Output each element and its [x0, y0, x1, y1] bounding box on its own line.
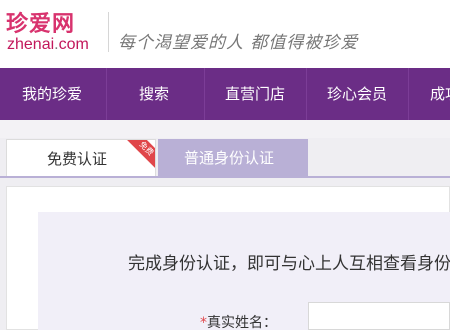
- logo-domain-suffix: com: [58, 36, 89, 53]
- required-mark: *: [200, 315, 207, 330]
- nav-divider: [204, 68, 205, 120]
- nav-item-membership[interactable]: 珍心会员: [327, 68, 387, 120]
- logo-domain-mid: ai: [41, 36, 55, 53]
- nav-item-my-zhenai[interactable]: 我的珍爱: [22, 68, 82, 120]
- logo-domain-prefix: zhen: [7, 36, 42, 53]
- logo-domain: zhenai.com: [7, 36, 89, 54]
- logo-chinese: 珍爱网: [6, 11, 76, 37]
- page-gap: [0, 120, 450, 138]
- nav-item-search[interactable]: 搜索: [139, 68, 169, 120]
- real-name-label: *真实姓名：: [200, 312, 277, 330]
- tab-free-label: 免费认证: [47, 150, 108, 168]
- real-name-input[interactable]: [308, 302, 450, 330]
- tab-normal-label: 普通身份认证: [184, 149, 275, 167]
- nav-divider: [106, 68, 107, 120]
- nav-item-success[interactable]: 成功: [430, 68, 450, 120]
- tab-free-verification[interactable]: 免费认证 免费: [6, 139, 156, 177]
- nav-divider: [306, 68, 307, 120]
- site-logo[interactable]: 珍爱网 zhenai.com: [6, 6, 102, 56]
- free-corner-badge: 免费: [124, 140, 155, 171]
- site-slogan: 每个渴望爱的人 都值得被珍爱: [118, 33, 359, 53]
- nav-divider: [408, 68, 409, 120]
- verification-intro: 完成身份认证，即可与心上人互相查看身份: [128, 254, 450, 274]
- tab-underline: [0, 176, 450, 178]
- real-name-label-text: 真实姓名：: [207, 315, 277, 330]
- tab-normal-id-verification[interactable]: 普通身份认证: [158, 139, 308, 177]
- site-header: 珍爱网 zhenai.com 每个渴望爱的人 都值得被珍爱: [0, 0, 450, 68]
- header-divider: [108, 12, 109, 52]
- main-nav: 我的珍爱 搜索 直营门店 珍心会员 成功: [0, 68, 450, 120]
- nav-item-stores[interactable]: 直营门店: [225, 68, 285, 120]
